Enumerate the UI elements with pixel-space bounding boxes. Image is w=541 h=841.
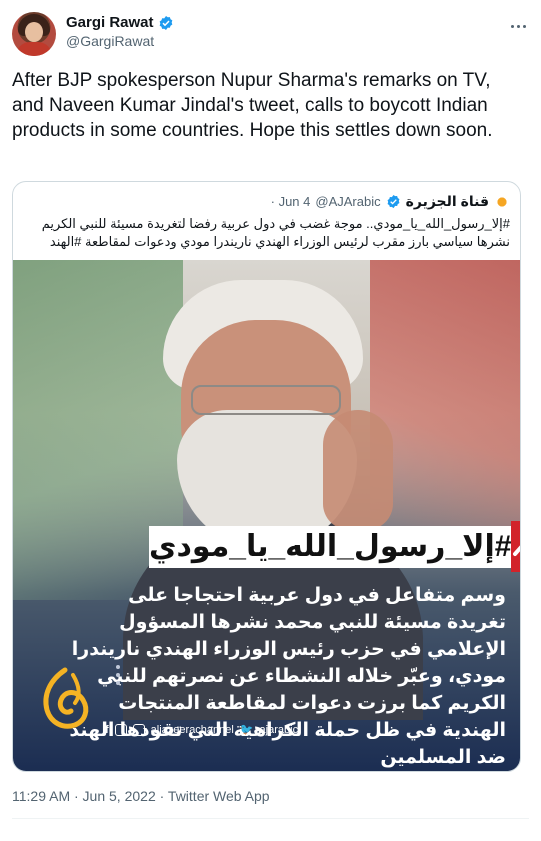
decorative-dots — [116, 665, 120, 685]
social-handle-channel: aljazeerachannel — [150, 723, 234, 736]
verified-badge-icon — [387, 194, 400, 209]
aljazeera-logo-icon — [43, 667, 89, 729]
tweet-timestamp[interactable]: 11:29 AM · Jun 5, 2022 · Twitter Web App — [12, 788, 270, 804]
twitter-icon: 🐦 — [239, 724, 254, 736]
raised-hand — [323, 410, 393, 530]
author-handle[interactable]: @GargiRawat — [66, 33, 174, 49]
hashtag-banner: #إلا_رسول_الله_يا_مودي — [149, 521, 520, 572]
social-handles: f aljazeerachannel 🐦 ajarabic — [105, 723, 298, 736]
tweet-text: After BJP spokesperson Nupur Sharma's re… — [12, 70, 493, 141]
quoted-text: #إلا_رسول_الله_يا_مودي.. موجة غضب في دول… — [41, 216, 510, 249]
author-display-name[interactable]: Gargi Rawat — [66, 14, 154, 31]
image-body-text: وسم متفاعل في دول عربية احتجاجا على تغري… — [69, 585, 506, 768]
tweet-header: Gargi Rawat @GargiRawat — [12, 10, 529, 58]
facebook-icon: f — [105, 723, 109, 736]
divider — [12, 818, 529, 819]
avatar[interactable] — [12, 12, 56, 56]
quoted-image[interactable]: #إلا_رسول_الله_يا_مودي وسم متفاعل في دول… — [13, 260, 520, 771]
youtube-icon — [114, 723, 127, 736]
quoted-tweet[interactable]: · Jun 4 @AJArabic قناة الجزيرة #إلا_رسول… — [12, 181, 521, 772]
trending-icon — [511, 521, 520, 572]
aljazeera-logo-icon — [494, 193, 510, 210]
quoted-date: · Jun 4 — [270, 194, 311, 209]
hashtag-text: #إلا_رسول_الله_يا_مودي — [149, 525, 512, 568]
author-names: Gargi Rawat @GargiRawat — [66, 14, 174, 49]
more-options-icon[interactable] — [507, 16, 529, 36]
social-handle-arabic: ajarabic — [259, 723, 299, 736]
quoted-tweet-header: · Jun 4 @AJArabic قناة الجزيرة — [271, 193, 510, 210]
quoted-handle: @AJArabic — [315, 194, 381, 209]
instagram-icon — [132, 723, 145, 736]
quoted-name: قناة الجزيرة — [405, 193, 489, 209]
verified-badge-icon — [159, 15, 172, 30]
